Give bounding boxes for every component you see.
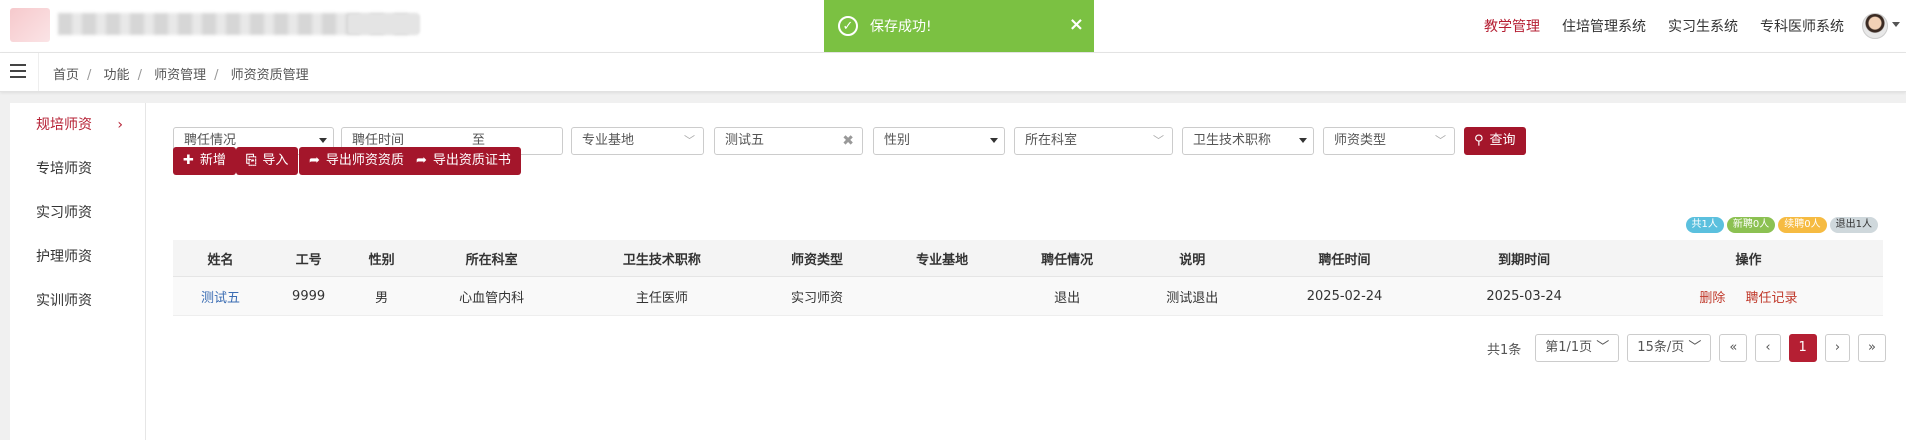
page-size-select[interactable]: 15条/页 ﹀ [1627, 334, 1712, 362]
gender-select[interactable]: 性别 [873, 127, 1005, 155]
query-button[interactable]: ⚲ 查询 [1464, 127, 1526, 155]
caret-down-icon [1299, 138, 1307, 143]
col-id: 工号 [267, 240, 350, 277]
next-page-button[interactable]: › [1824, 334, 1851, 362]
badge-new: 新聘0人 [1726, 217, 1776, 233]
nav-specialist-system[interactable]: 专科医师系统 [1760, 16, 1844, 36]
sidebar-item-nursing-teachers[interactable]: 护理师资 [10, 235, 145, 279]
sidebar: 规培师资 › 专培师资 实习师资 护理师资 实训师资 [10, 103, 146, 440]
caret-down-icon [990, 138, 998, 143]
cell-note: 测试退出 [1129, 276, 1255, 316]
import-file-icon: ⎘ [246, 153, 257, 168]
menu-icon[interactable] [10, 64, 26, 78]
export-certificate-button[interactable]: ➦ 导出资质证书 [406, 147, 521, 175]
col-end: 到期时间 [1434, 240, 1614, 277]
success-toast: ✓ 保存成功! × [824, 0, 1094, 52]
cell-type: 实习师资 [754, 276, 880, 316]
top-nav: 教学管理 住培管理系统 实习生系统 专科医师系统 [1484, 0, 1844, 52]
check-circle-icon: ✓ [838, 16, 858, 36]
add-button[interactable]: ✚ 新增 [173, 147, 236, 175]
sidebar-item-training-teachers[interactable]: 实训师资 [10, 279, 145, 323]
sidebar-item-intern-teachers[interactable]: 实习师资 [10, 191, 145, 235]
stats-badges: 共1人 新聘0人 续聘0人 退出1人 [1685, 217, 1878, 233]
sidebar-item-residency-teachers[interactable]: 规培师资 › [10, 103, 145, 147]
title-select[interactable]: 卫生技术职称 [1182, 127, 1314, 155]
cell-id: 9999 [267, 276, 350, 316]
breadcrumb-bar: 首页 / 功能 / 师资管理 / 师资资质管理 [0, 53, 1906, 92]
clear-icon: ✖ [842, 133, 854, 149]
chevron-down-icon: ﹀ [1153, 134, 1164, 147]
divider [38, 53, 39, 91]
chevron-down-icon: ﹀ [1435, 134, 1446, 147]
teacher-name-link[interactable]: 测试五 [201, 291, 240, 306]
pagination: 共1条 第1/1页 ﹀ 15条/页 ﹀ « ‹ 1 › » [1487, 334, 1886, 362]
search-icon: ⚲ [1474, 133, 1484, 148]
pager-total: 共1条 [1486, 342, 1522, 358]
dept-select[interactable]: 所在科室 ﹀ [1014, 127, 1173, 155]
page-select[interactable]: 第1/1页 ﹀ [1535, 334, 1620, 362]
base-select[interactable]: 专业基地 ﹀ [571, 127, 704, 155]
cell-dept: 心血管内科 [414, 276, 570, 316]
col-type: 师资类型 [754, 240, 880, 277]
share-arrow-icon: ➦ [309, 153, 320, 168]
import-button[interactable]: ⎘ 导入 [236, 147, 299, 175]
col-status: 聘任情况 [1004, 240, 1130, 277]
toast-message: 保存成功! [870, 19, 932, 35]
hire-record-link[interactable]: 聘任记录 [1746, 291, 1798, 306]
caret-down-icon[interactable] [1892, 22, 1900, 27]
share-arrow-icon: ➦ [416, 153, 427, 168]
plus-icon: ✚ [183, 153, 194, 168]
breadcrumb-teacher-management[interactable]: 师资管理 [154, 68, 206, 83]
badge-exit: 退出1人 [1829, 217, 1878, 233]
table-header-row: 姓名 工号 性别 所在科室 卫生技术职称 师资类型 专业基地 聘任情况 说明 聘… [173, 240, 1883, 277]
export-qualification-button[interactable]: ➦ 导出师资资质 [299, 147, 414, 175]
page-1-button[interactable]: 1 [1788, 334, 1817, 362]
col-ops: 操作 [1613, 240, 1883, 277]
teacher-type-select[interactable]: 师资类型 ﹀ [1323, 127, 1455, 155]
col-base: 专业基地 [879, 240, 1005, 277]
name-input[interactable]: 测试五 ✖ [714, 127, 863, 155]
breadcrumb-home[interactable]: 首页 [53, 68, 79, 83]
prev-page-button[interactable]: ‹ [1755, 334, 1781, 362]
chevron-down-icon: ﹀ [684, 134, 695, 147]
nav-teaching-management[interactable]: 教学管理 [1484, 16, 1540, 36]
main-panel: 聘任情况 聘任时间 至 专业基地 ﹀ 测试五 ✖ 性别 所在科室 ﹀ 卫生技术职称 师… [146, 103, 1906, 440]
cell-gender: 男 [349, 276, 415, 316]
nav-intern-system[interactable]: 实习生系统 [1668, 16, 1738, 36]
blurred-subtitle [348, 14, 420, 34]
col-note: 说明 [1129, 240, 1255, 277]
cell-title: 主任医师 [569, 276, 755, 316]
breadcrumb-function[interactable]: 功能 [104, 68, 130, 83]
badge-total: 共1人 [1685, 217, 1724, 233]
logo [10, 8, 50, 42]
col-start: 聘任时间 [1254, 240, 1435, 277]
col-name: 姓名 [173, 240, 268, 277]
chevron-right-icon: › [117, 117, 123, 133]
caret-down-icon [319, 138, 327, 143]
badge-renew: 续聘0人 [1778, 217, 1827, 233]
last-page-button[interactable]: » [1858, 334, 1886, 362]
cell-end: 2025-03-24 [1434, 276, 1614, 316]
col-dept: 所在科室 [414, 240, 570, 277]
close-icon[interactable]: × [1069, 14, 1084, 35]
user-avatar[interactable] [1862, 13, 1888, 39]
cell-base [879, 276, 1005, 316]
cell-status: 退出 [1004, 276, 1130, 316]
delete-link[interactable]: 删除 [1699, 291, 1725, 306]
col-title: 卫生技术职称 [569, 240, 755, 277]
teacher-table: 姓名 工号 性别 所在科室 卫生技术职称 师资类型 专业基地 聘任情况 说明 聘… [173, 240, 1883, 316]
first-page-button[interactable]: « [1719, 334, 1748, 362]
col-gender: 性别 [349, 240, 415, 277]
cell-ops: 删除 聘任记录 [1613, 276, 1883, 316]
nav-residency-system[interactable]: 住培管理系统 [1562, 16, 1646, 36]
breadcrumb-current: 师资资质管理 [230, 68, 309, 83]
sidebar-item-specialist-teachers[interactable]: 专培师资 [10, 147, 145, 191]
cell-start: 2025-02-24 [1254, 276, 1435, 316]
table-row: 测试五 9999 男 心血管内科 主任医师 实习师资 退出 测试退出 2025-… [173, 276, 1883, 316]
breadcrumb: 首页 / 功能 / 师资管理 / 师资资质管理 [53, 68, 309, 83]
